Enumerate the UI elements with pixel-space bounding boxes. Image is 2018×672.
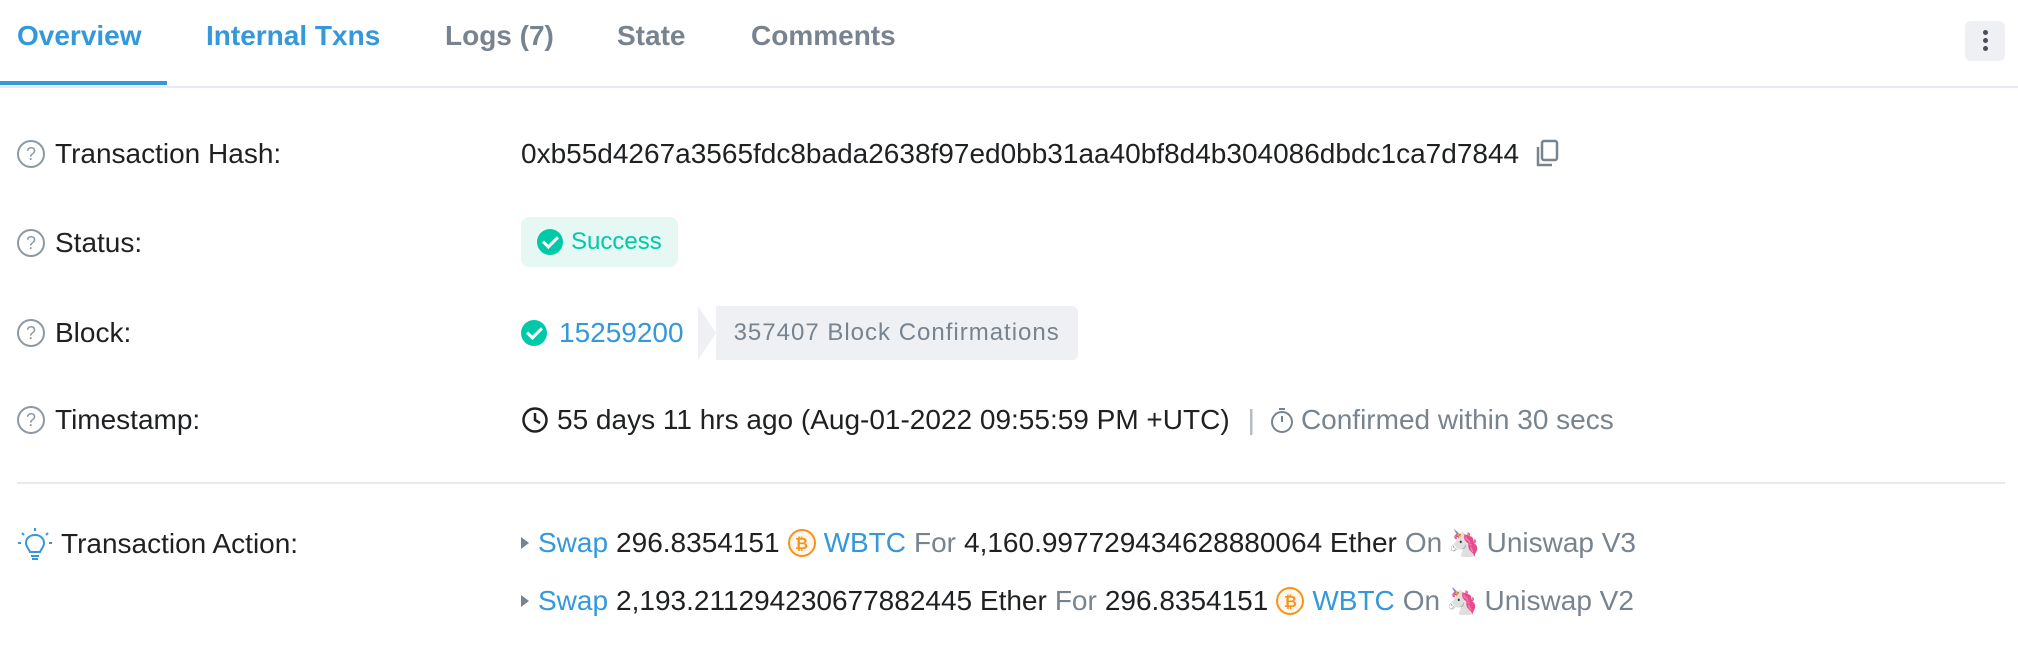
tab-comments[interactable]: Comments: [751, 20, 896, 52]
check-circle-icon: [521, 320, 547, 346]
check-circle-icon: [537, 229, 563, 255]
caret-right-icon[interactable]: [521, 537, 529, 549]
help-icon[interactable]: ?: [17, 229, 45, 257]
venue-link[interactable]: Uniswap V3: [1487, 527, 1636, 559]
help-icon[interactable]: ?: [17, 140, 45, 168]
token-link[interactable]: WBTC: [1312, 585, 1394, 617]
stopwatch-icon: [1270, 408, 1293, 433]
amount-in: 2,193.211294230677882445 Ether: [616, 585, 1047, 616]
uniswap-icon: 🦄: [1446, 585, 1479, 616]
tab-logs[interactable]: Logs (7): [445, 20, 554, 52]
clock-icon: [522, 407, 548, 433]
tab-bar: Overview Internal Txns Logs (7) State Co…: [0, 0, 2018, 88]
status-label: Status:: [55, 227, 143, 258]
separator: |: [1247, 404, 1255, 435]
hash-label: Transaction Hash:: [55, 138, 282, 169]
uniswap-icon: 🦄: [1448, 527, 1481, 558]
amount-out: 296.8354151: [1104, 585, 1269, 616]
tab-overview[interactable]: Overview: [17, 20, 142, 52]
section-divider: [17, 482, 2005, 484]
action-label: Transaction Action:: [61, 528, 299, 559]
bitcoin-icon: ₿: [1276, 587, 1305, 615]
action-item: Swap 296.8354151 ₿ WBTC For 4,160.997729…: [521, 527, 1636, 559]
timestamp-row: ? Timestamp: 55 days 11 hrs ago (Aug-01-…: [0, 402, 2018, 442]
transaction-action-row-2: Swap 2,193.211294230677882445 Ether For …: [0, 583, 2018, 623]
amount-out: 4,160.997729434628880064 Ether: [964, 527, 1397, 558]
status-badge: Success: [521, 217, 678, 267]
swap-link[interactable]: Swap: [538, 527, 608, 559]
active-tab-indicator: [0, 81, 167, 85]
block-row: ? Block: 15259200 357407 Block Confirmat…: [0, 305, 2018, 361]
tab-state[interactable]: State: [617, 20, 685, 52]
block-confirmations-badge: 357407 Block Confirmations: [697, 306, 1078, 360]
copy-icon[interactable]: [1533, 139, 1561, 169]
lightbulb-icon: [18, 528, 52, 560]
status-value: Success: [571, 228, 662, 255]
more-options-button[interactable]: [1965, 21, 2005, 61]
bitcoin-icon: ₿: [787, 529, 816, 557]
block-label: Block:: [55, 317, 132, 348]
hash-row: ? Transaction Hash: 0xb55d4267a3565fdc8b…: [0, 136, 2018, 176]
timestamp-label: Timestamp:: [55, 404, 201, 435]
transaction-hash: 0xb55d4267a3565fdc8bada2638f97ed0bb31aa4…: [521, 138, 1520, 169]
more-dot-icon: [1983, 30, 1988, 35]
swap-link[interactable]: Swap: [538, 585, 608, 617]
transaction-action-row: Transaction Action: Swap 296.8354151 ₿ W…: [0, 525, 2018, 565]
more-dot-icon: [1983, 38, 1988, 43]
caret-right-icon[interactable]: [521, 595, 529, 607]
token-link[interactable]: WBTC: [824, 527, 906, 559]
status-row: ? Status: Success: [0, 216, 2018, 268]
on-word: On: [1404, 527, 1443, 558]
timestamp-value: 55 days 11 hrs ago (Aug-01-2022 09:55:59…: [557, 404, 1230, 435]
for-word: For: [1054, 585, 1097, 616]
for-word: For: [914, 527, 956, 558]
confirmed-within: Confirmed within 30 secs: [1300, 404, 1614, 435]
action-item: Swap 2,193.211294230677882445 Ether For …: [521, 585, 1634, 617]
help-icon[interactable]: ?: [17, 319, 45, 347]
on-word: On: [1402, 585, 1441, 616]
venue-link[interactable]: Uniswap V2: [1485, 585, 1634, 617]
help-icon[interactable]: ?: [17, 406, 45, 434]
block-number-link[interactable]: 15259200: [559, 317, 684, 349]
amount-in: 296.8354151: [616, 527, 780, 558]
more-dot-icon: [1983, 46, 1988, 51]
tab-internal-txns[interactable]: Internal Txns: [206, 20, 380, 52]
